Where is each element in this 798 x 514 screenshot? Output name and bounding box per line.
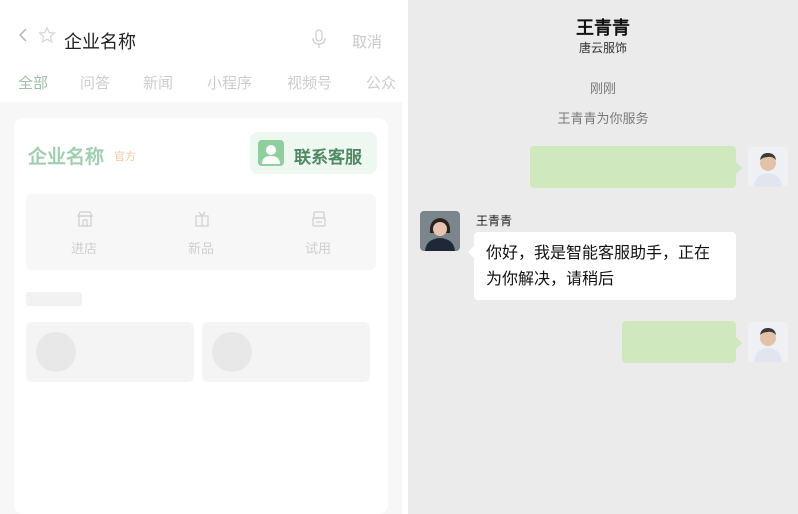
chat-contact-name: 王青青 <box>576 18 630 39</box>
user-avatar[interactable] <box>748 322 788 362</box>
official-badge: 官方 <box>114 150 136 163</box>
action-enter-store[interactable]: 进店 <box>26 194 142 270</box>
loading-placeholder-card <box>202 322 370 382</box>
loading-placeholder <box>26 292 82 306</box>
company-result-card: 企业名称 官方 联系客服 进店 新品 试用 <box>14 118 388 514</box>
incoming-message-bubble[interactable]: 你好，我是智能客服助手，正在为你解决，请稍后 <box>468 232 736 300</box>
contact-service-label: 联系客服 <box>294 148 362 168</box>
trial-icon <box>312 211 326 227</box>
company-name[interactable]: 企业名称 <box>28 142 104 169</box>
action-label: 试用 <box>304 242 331 257</box>
outgoing-message-bubble[interactable] <box>622 321 742 363</box>
action-new-products[interactable]: 新品 <box>143 194 259 270</box>
loading-placeholder-avatar <box>212 332 252 372</box>
chat-panel: 王青青 唐云服饰 刚刚 王青青为你服务 王青青 你好，我是智能客服助手，正在为你… <box>408 0 798 514</box>
action-label: 新品 <box>187 242 214 257</box>
tab-channels[interactable]: 视频号 <box>287 72 332 93</box>
message-timestamp: 刚刚 <box>589 82 616 97</box>
outgoing-message-bubble[interactable] <box>530 146 742 188</box>
agent-avatar[interactable] <box>420 211 460 251</box>
action-label: 进店 <box>70 242 97 257</box>
star-icon[interactable] <box>38 26 56 44</box>
contact-service-button[interactable]: 联系客服 <box>250 132 377 174</box>
cancel-button[interactable]: 取消 <box>352 31 382 52</box>
loading-placeholder-avatar <box>36 332 76 372</box>
quick-actions: 进店 新品 试用 <box>26 194 376 270</box>
search-tabs: 全部 问答 新闻 小程序 视频号 公众 <box>0 64 402 102</box>
tab-qa[interactable]: 问答 <box>80 72 110 93</box>
user-avatar[interactable] <box>748 147 788 187</box>
tab-mini-program[interactable]: 小程序 <box>207 72 252 93</box>
tab-news[interactable]: 新闻 <box>143 72 173 93</box>
customer-service-icon <box>258 140 284 166</box>
tab-official-accounts[interactable]: 公众 <box>366 72 396 93</box>
tab-all[interactable]: 全部 <box>18 72 48 93</box>
system-message: 王青青为你服务 <box>557 112 649 127</box>
back-arrow-icon[interactable] <box>16 28 30 42</box>
chat-contact-org: 唐云服饰 <box>578 41 627 55</box>
loading-placeholder-card <box>26 322 194 382</box>
search-input[interactable]: 企业名称 <box>64 28 136 54</box>
microphone-icon[interactable] <box>311 29 327 49</box>
action-trial[interactable]: 试用 <box>260 194 376 270</box>
search-results-panel: 企业名称 取消 全部 问答 新闻 小程序 视频号 公众 企业名称 官方 联系客服 <box>0 0 402 514</box>
search-bar: 企业名称 取消 <box>0 0 402 64</box>
gift-icon <box>195 211 209 227</box>
store-icon <box>77 211 93 227</box>
agent-name: 王青青 <box>476 214 513 228</box>
